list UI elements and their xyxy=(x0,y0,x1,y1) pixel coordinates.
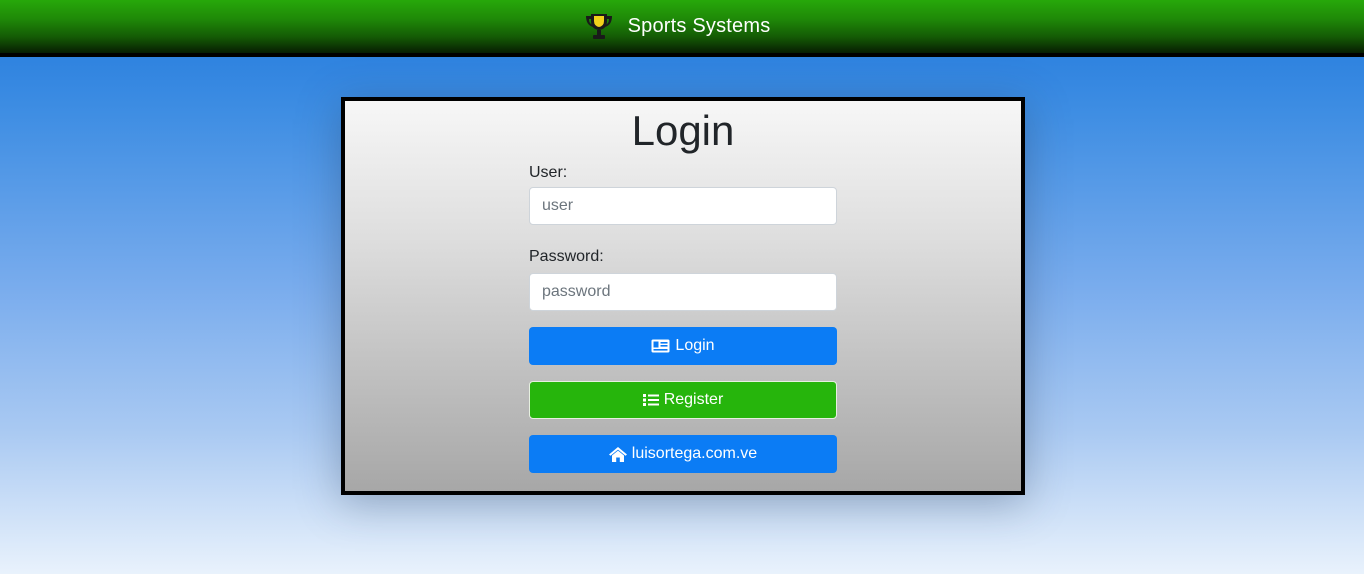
user-label: User: xyxy=(529,164,568,181)
user-input[interactable]: user xyxy=(529,187,837,225)
list-icon xyxy=(642,394,659,406)
login-title: Login xyxy=(631,107,735,154)
password-label: Password: xyxy=(529,248,604,265)
website-button[interactable]: luisortega.com.ve xyxy=(529,435,837,473)
register-button-label: Register xyxy=(663,391,724,408)
top-navbar: Sports Systems xyxy=(0,0,1364,57)
brand-title: Sports Systems xyxy=(627,15,771,37)
website-button-label: luisortega.com.ve xyxy=(631,445,758,462)
home-icon xyxy=(608,446,627,462)
user-placeholder: user xyxy=(542,197,574,214)
login-form: User: user Password: password Login Regi… xyxy=(529,163,837,473)
trophy-icon xyxy=(585,13,612,39)
password-placeholder: password xyxy=(542,283,611,300)
register-button[interactable]: Register xyxy=(529,381,837,419)
password-input[interactable]: password xyxy=(529,273,837,311)
id-card-icon xyxy=(651,339,670,353)
brand[interactable]: Sports Systems xyxy=(584,13,771,41)
login-button[interactable]: Login xyxy=(529,327,837,365)
login-card: Login User: user Password: password Logi… xyxy=(341,97,1025,495)
login-button-label: Login xyxy=(675,337,715,354)
